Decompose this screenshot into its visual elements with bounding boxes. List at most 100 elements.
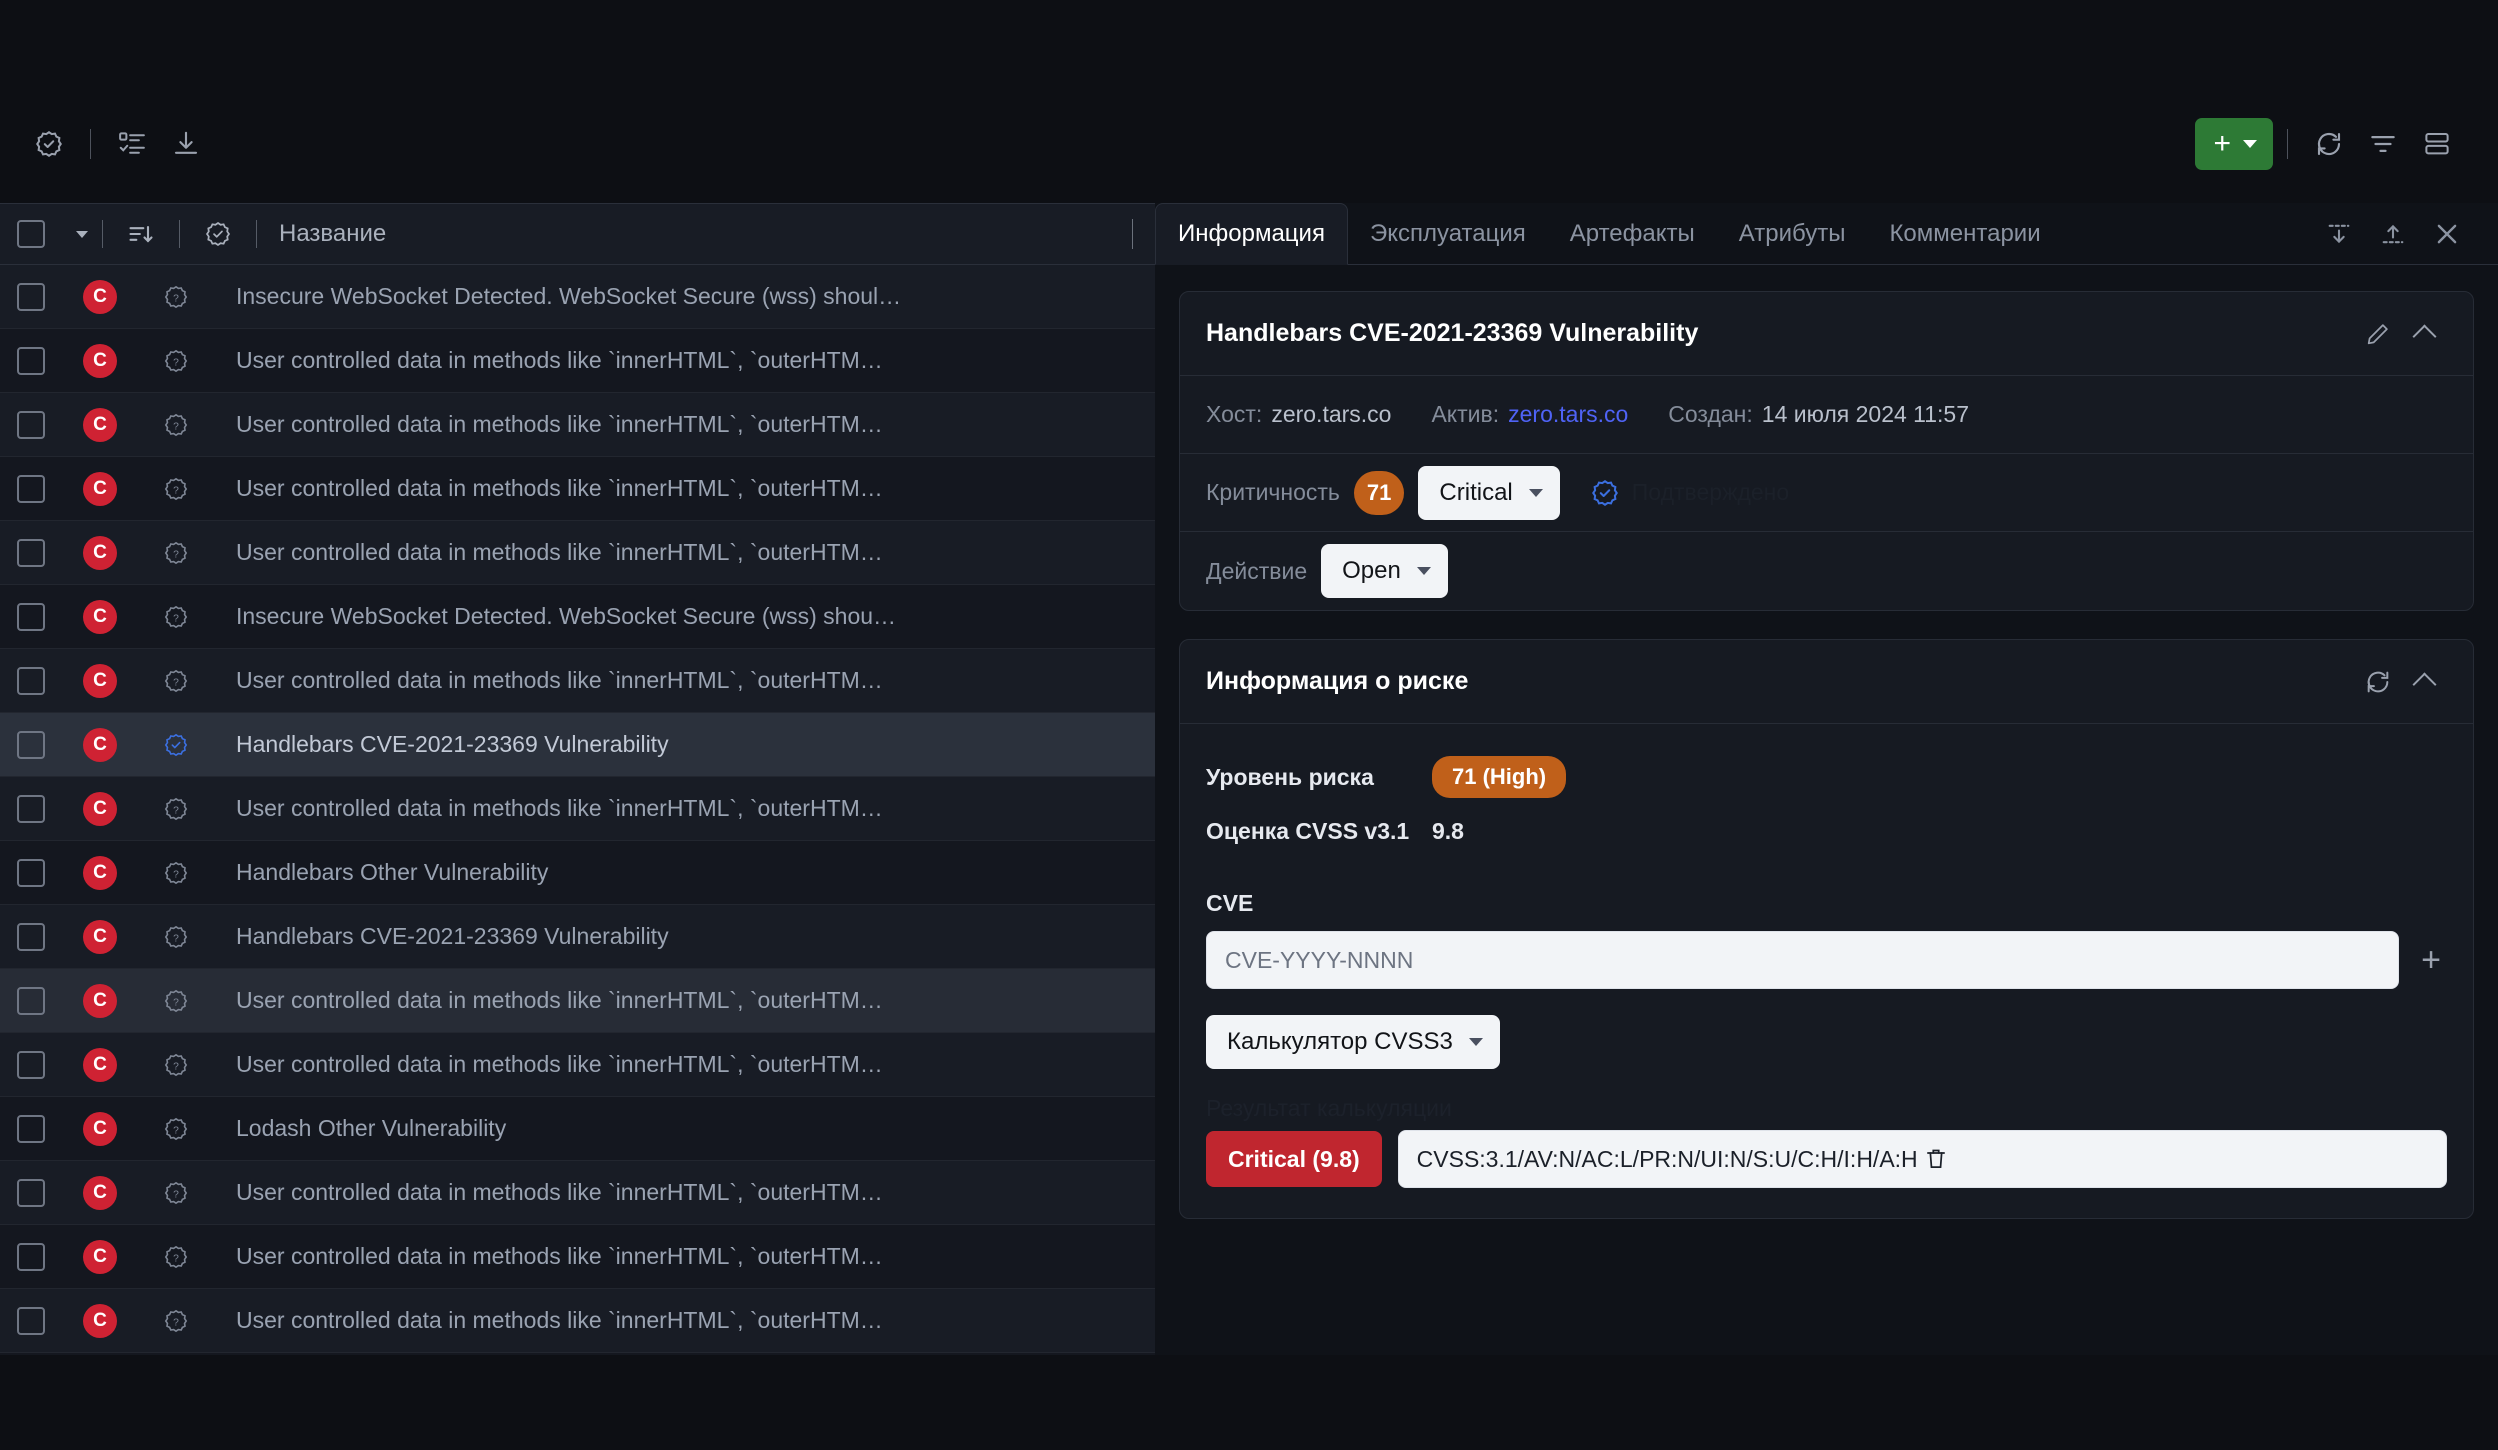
row-checkbox[interactable]: [17, 474, 45, 503]
status-cell[interactable]: ?: [138, 860, 214, 886]
info-card-collapse-icon[interactable]: [2401, 311, 2447, 357]
table-header-row: Название: [0, 203, 1155, 265]
row-checkbox[interactable]: [17, 922, 45, 951]
table-row[interactable]: C Handlebars CVE-2021-23369 Vulnerabilit…: [0, 713, 1155, 777]
table-row[interactable]: C ? User controlled data in methods like …: [0, 969, 1155, 1033]
table-row[interactable]: C ? Insecure WebSocket Detected. WebSocke…: [0, 265, 1155, 329]
table-row[interactable]: C ? User controlled data in methods like …: [0, 329, 1155, 393]
status-cell[interactable]: ?: [138, 604, 214, 630]
tab-2[interactable]: Артефакты: [1548, 203, 1717, 264]
filter-icon[interactable]: [2356, 117, 2410, 171]
select-all-checkbox[interactable]: [17, 220, 45, 248]
select-all-dropdown[interactable]: [62, 230, 102, 238]
asset-group: Актив: zero.tars.co: [1431, 401, 1628, 428]
row-checkbox[interactable]: [17, 1050, 45, 1079]
status-cell[interactable]: ?: [138, 668, 214, 694]
verified-badge-icon[interactable]: [22, 117, 76, 171]
download-icon[interactable]: [159, 117, 213, 171]
cve-input[interactable]: [1206, 931, 2400, 989]
row-checkbox[interactable]: [17, 538, 45, 567]
row-name: User controlled data in methods like `in…: [236, 411, 883, 437]
tab-0[interactable]: Информация: [1155, 203, 1348, 265]
table-row[interactable]: C ? User controlled data in methods like …: [0, 457, 1155, 521]
chevron-down-icon: [1528, 488, 1543, 497]
row-checkbox[interactable]: [17, 346, 45, 375]
status-cell[interactable]: ?: [138, 540, 214, 566]
add-button[interactable]: +: [2195, 118, 2273, 170]
table-row[interactable]: C ? User controlled data in methods like …: [0, 1289, 1155, 1353]
confirmed-badge-icon[interactable]: [1590, 478, 1620, 508]
status-column-header[interactable]: [180, 220, 256, 248]
status-cell[interactable]: ?: [138, 988, 214, 1014]
table-row[interactable]: C ? User controlled data in methods like …: [0, 1161, 1155, 1225]
tab-1[interactable]: Эксплуатация: [1348, 203, 1548, 264]
status-cell[interactable]: ?: [138, 1308, 214, 1334]
row-checkbox[interactable]: [17, 666, 45, 695]
status-cell[interactable]: ?: [138, 1116, 214, 1142]
risk-refresh-icon[interactable]: [2355, 659, 2401, 705]
row-checkbox[interactable]: [17, 794, 45, 823]
severity-badge: C: [83, 407, 117, 442]
row-checkbox[interactable]: [17, 1242, 45, 1271]
cvss-calculator-select[interactable]: Калькулятор CVSS3: [1206, 1015, 1500, 1069]
row-checkbox[interactable]: [17, 730, 45, 759]
sort-column-header[interactable]: [103, 220, 179, 248]
close-icon[interactable]: [2422, 209, 2472, 259]
tab-4[interactable]: Комментарии: [1867, 203, 2062, 264]
collapse-up-icon[interactable]: [2368, 209, 2418, 259]
status-cell[interactable]: ?: [138, 476, 214, 502]
delete-vector-icon[interactable]: [1923, 1146, 2430, 1172]
svg-text:?: ?: [173, 1253, 179, 1264]
checklist-icon[interactable]: [105, 117, 159, 171]
risk-card-collapse-icon[interactable]: [2401, 659, 2447, 705]
refresh-icon[interactable]: [2302, 117, 2356, 171]
status-cell[interactable]: ?: [138, 412, 214, 438]
status-cell[interactable]: ?: [138, 1244, 214, 1270]
row-checkbox[interactable]: [17, 410, 45, 439]
svg-text:?: ?: [173, 933, 179, 944]
row-checkbox[interactable]: [17, 282, 45, 311]
edit-pencil-icon[interactable]: [2355, 311, 2401, 357]
row-name: Lodash Other Vulnerability: [236, 1115, 507, 1141]
row-checkbox[interactable]: [17, 1178, 45, 1207]
name-column-header[interactable]: Название: [257, 220, 1132, 248]
action-select[interactable]: Open: [1321, 544, 1448, 598]
row-checkbox[interactable]: [17, 1114, 45, 1143]
info-card: Handlebars CVE-2021-23369 Vulnerability …: [1179, 291, 2474, 611]
svg-text:?: ?: [173, 1125, 179, 1136]
table-row[interactable]: C ? User controlled data in methods like …: [0, 1033, 1155, 1097]
host-label: Хост:: [1206, 401, 1263, 427]
row-checkbox[interactable]: [17, 858, 45, 887]
status-cell[interactable]: [138, 732, 214, 758]
table-row[interactable]: C ? Insecure WebSocket Detected. WebSocke…: [0, 585, 1155, 649]
status-cell[interactable]: ?: [138, 284, 214, 310]
row-checkbox-cell: [0, 858, 62, 887]
tab-3[interactable]: Атрибуты: [1717, 203, 1868, 264]
status-cell[interactable]: ?: [138, 796, 214, 822]
table-row[interactable]: C ? User controlled data in methods like …: [0, 1225, 1155, 1289]
layout-icon[interactable]: [2410, 117, 2464, 171]
asset-link[interactable]: zero.tars.co: [1508, 401, 1628, 428]
status-cell[interactable]: ?: [138, 348, 214, 374]
cvss-vector-input[interactable]: CVSS:3.1/AV:N/AC:L/PR:N/UI:N/S:U/C:H/I:H…: [1397, 1130, 2447, 1188]
table-row[interactable]: C ? User controlled data in methods like …: [0, 777, 1155, 841]
row-checkbox[interactable]: [17, 986, 45, 1015]
created-group: Создан: 14 июля 2024 11:57: [1668, 401, 1969, 428]
row-checkbox[interactable]: [17, 1306, 45, 1335]
row-checkbox[interactable]: [17, 602, 45, 631]
table-row[interactable]: C ? Handlebars Other Vulnerability: [0, 841, 1155, 905]
criticality-label: Критичность: [1206, 479, 1340, 505]
table-row[interactable]: C ? Handlebars CVE-2021-23369 Vulnerabili…: [0, 905, 1155, 969]
collapse-down-icon[interactable]: [2314, 209, 2364, 259]
table-row[interactable]: C ? User controlled data in methods like …: [0, 393, 1155, 457]
status-cell[interactable]: ?: [138, 1052, 214, 1078]
add-cve-icon[interactable]: +: [2415, 943, 2447, 977]
status-cell[interactable]: ?: [138, 924, 214, 950]
action-row: Действие Open: [1180, 532, 2473, 610]
row-checkbox-cell: [0, 602, 62, 631]
table-row[interactable]: C ? User controlled data in methods like …: [0, 521, 1155, 585]
table-row[interactable]: C ? User controlled data in methods like …: [0, 649, 1155, 713]
status-cell[interactable]: ?: [138, 1180, 214, 1206]
criticality-select[interactable]: Critical: [1418, 465, 1560, 520]
table-row[interactable]: C ? Lodash Other Vulnerability: [0, 1097, 1155, 1161]
